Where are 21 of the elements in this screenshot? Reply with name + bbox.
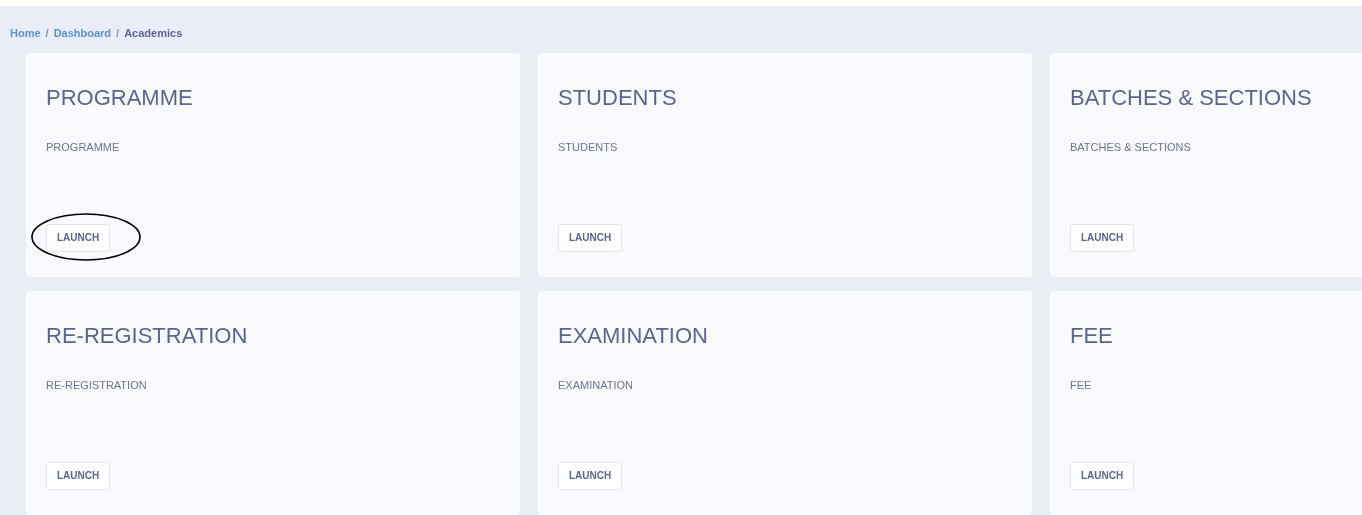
launch-button[interactable]: LAUNCH — [558, 461, 623, 490]
breadcrumb-separator: / — [116, 26, 120, 42]
card-title: PROGRAMME — [46, 85, 194, 111]
card-subtitle: EXAMINATION — [558, 378, 634, 393]
launch-button[interactable]: LAUNCH — [558, 223, 623, 252]
breadcrumb-current-page: Academics — [124, 26, 183, 42]
card-subtitle: BATCHES & SECTIONS — [1070, 140, 1192, 155]
card-title: RE-REGISTRATION — [46, 323, 249, 349]
card-title: BATCHES & SECTIONS — [1070, 85, 1313, 111]
card-subtitle: FEE — [1070, 378, 1093, 393]
card-title: STUDENTS — [558, 85, 678, 111]
launch-button[interactable]: LAUNCH — [46, 223, 111, 252]
card-subtitle: STUDENTS — [558, 140, 619, 155]
card-subtitle: PROGRAMME — [46, 140, 121, 155]
launch-button[interactable]: LAUNCH — [1070, 461, 1135, 490]
card-title: EXAMINATION — [558, 323, 709, 349]
launch-button[interactable]: LAUNCH — [1070, 223, 1135, 252]
card-title: FEE — [1070, 323, 1114, 349]
card-subtitle: RE-REGISTRATION — [46, 378, 148, 393]
breadcrumb-separator: / — [45, 26, 49, 42]
launch-button[interactable]: LAUNCH — [46, 461, 111, 490]
